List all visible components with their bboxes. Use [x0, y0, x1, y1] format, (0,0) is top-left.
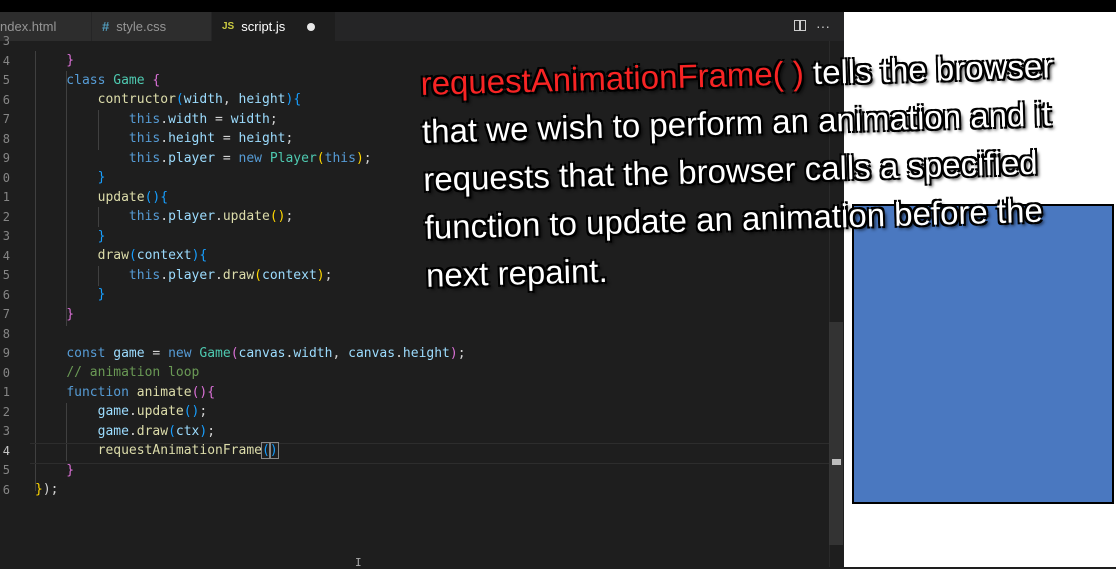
- line-number: 7: [2, 112, 10, 126]
- line-number: 1: [2, 385, 10, 399]
- line-number: 6: [2, 287, 10, 302]
- line-number: 4: [2, 53, 10, 68]
- caption-highlight: requestAnimationFrame( ): [420, 54, 805, 102]
- unsaved-dot-icon[interactable]: [307, 22, 316, 31]
- more-actions-icon[interactable]: ···: [816, 18, 830, 34]
- caption-overlay: requestAnimationFrame( ) tells the brows…: [420, 41, 1106, 300]
- line-number: 2: [2, 209, 10, 224]
- css-file-icon: #: [102, 19, 110, 34]
- line-number: 9: [2, 151, 10, 165]
- line-number: 8: [2, 131, 10, 146]
- mouse-text-cursor-icon: I: [355, 556, 362, 569]
- scrollbar-cursor-marker: [832, 459, 841, 465]
- line-number: 8: [2, 326, 10, 341]
- split-editor-icon[interactable]: [794, 20, 806, 31]
- tab-style-css[interactable]: # style.css: [92, 12, 212, 41]
- line-number: 5: [2, 268, 10, 282]
- line-number: 0: [2, 365, 10, 380]
- window-top-bar: [0, 0, 1116, 12]
- line-number: 3: [2, 34, 10, 48]
- js-file-icon: JS: [222, 21, 235, 32]
- scrollbar-thumb[interactable]: [829, 322, 843, 545]
- line-number: 0: [2, 170, 10, 185]
- line-number: 2: [2, 404, 10, 419]
- line-number: 3: [2, 229, 10, 243]
- line-number: 7: [2, 307, 10, 321]
- line-number: 1: [2, 190, 10, 204]
- line-number: 5: [2, 73, 10, 87]
- line-number: 4: [2, 443, 10, 458]
- line-number: 5: [2, 463, 10, 477]
- line-number: 6: [2, 482, 10, 497]
- line-number: 4: [2, 248, 10, 263]
- tab-script-js[interactable]: JS script.js: [212, 12, 336, 41]
- line-number: 9: [2, 346, 10, 360]
- line-number: 6: [2, 92, 10, 107]
- tab-label: style.css: [116, 19, 167, 34]
- tab-index-html[interactable]: ndex.html: [0, 12, 92, 41]
- tab-bar: ndex.html # style.css JS script.js ···: [0, 12, 844, 41]
- line-number: 3: [2, 424, 10, 438]
- tab-label: script.js: [241, 19, 286, 34]
